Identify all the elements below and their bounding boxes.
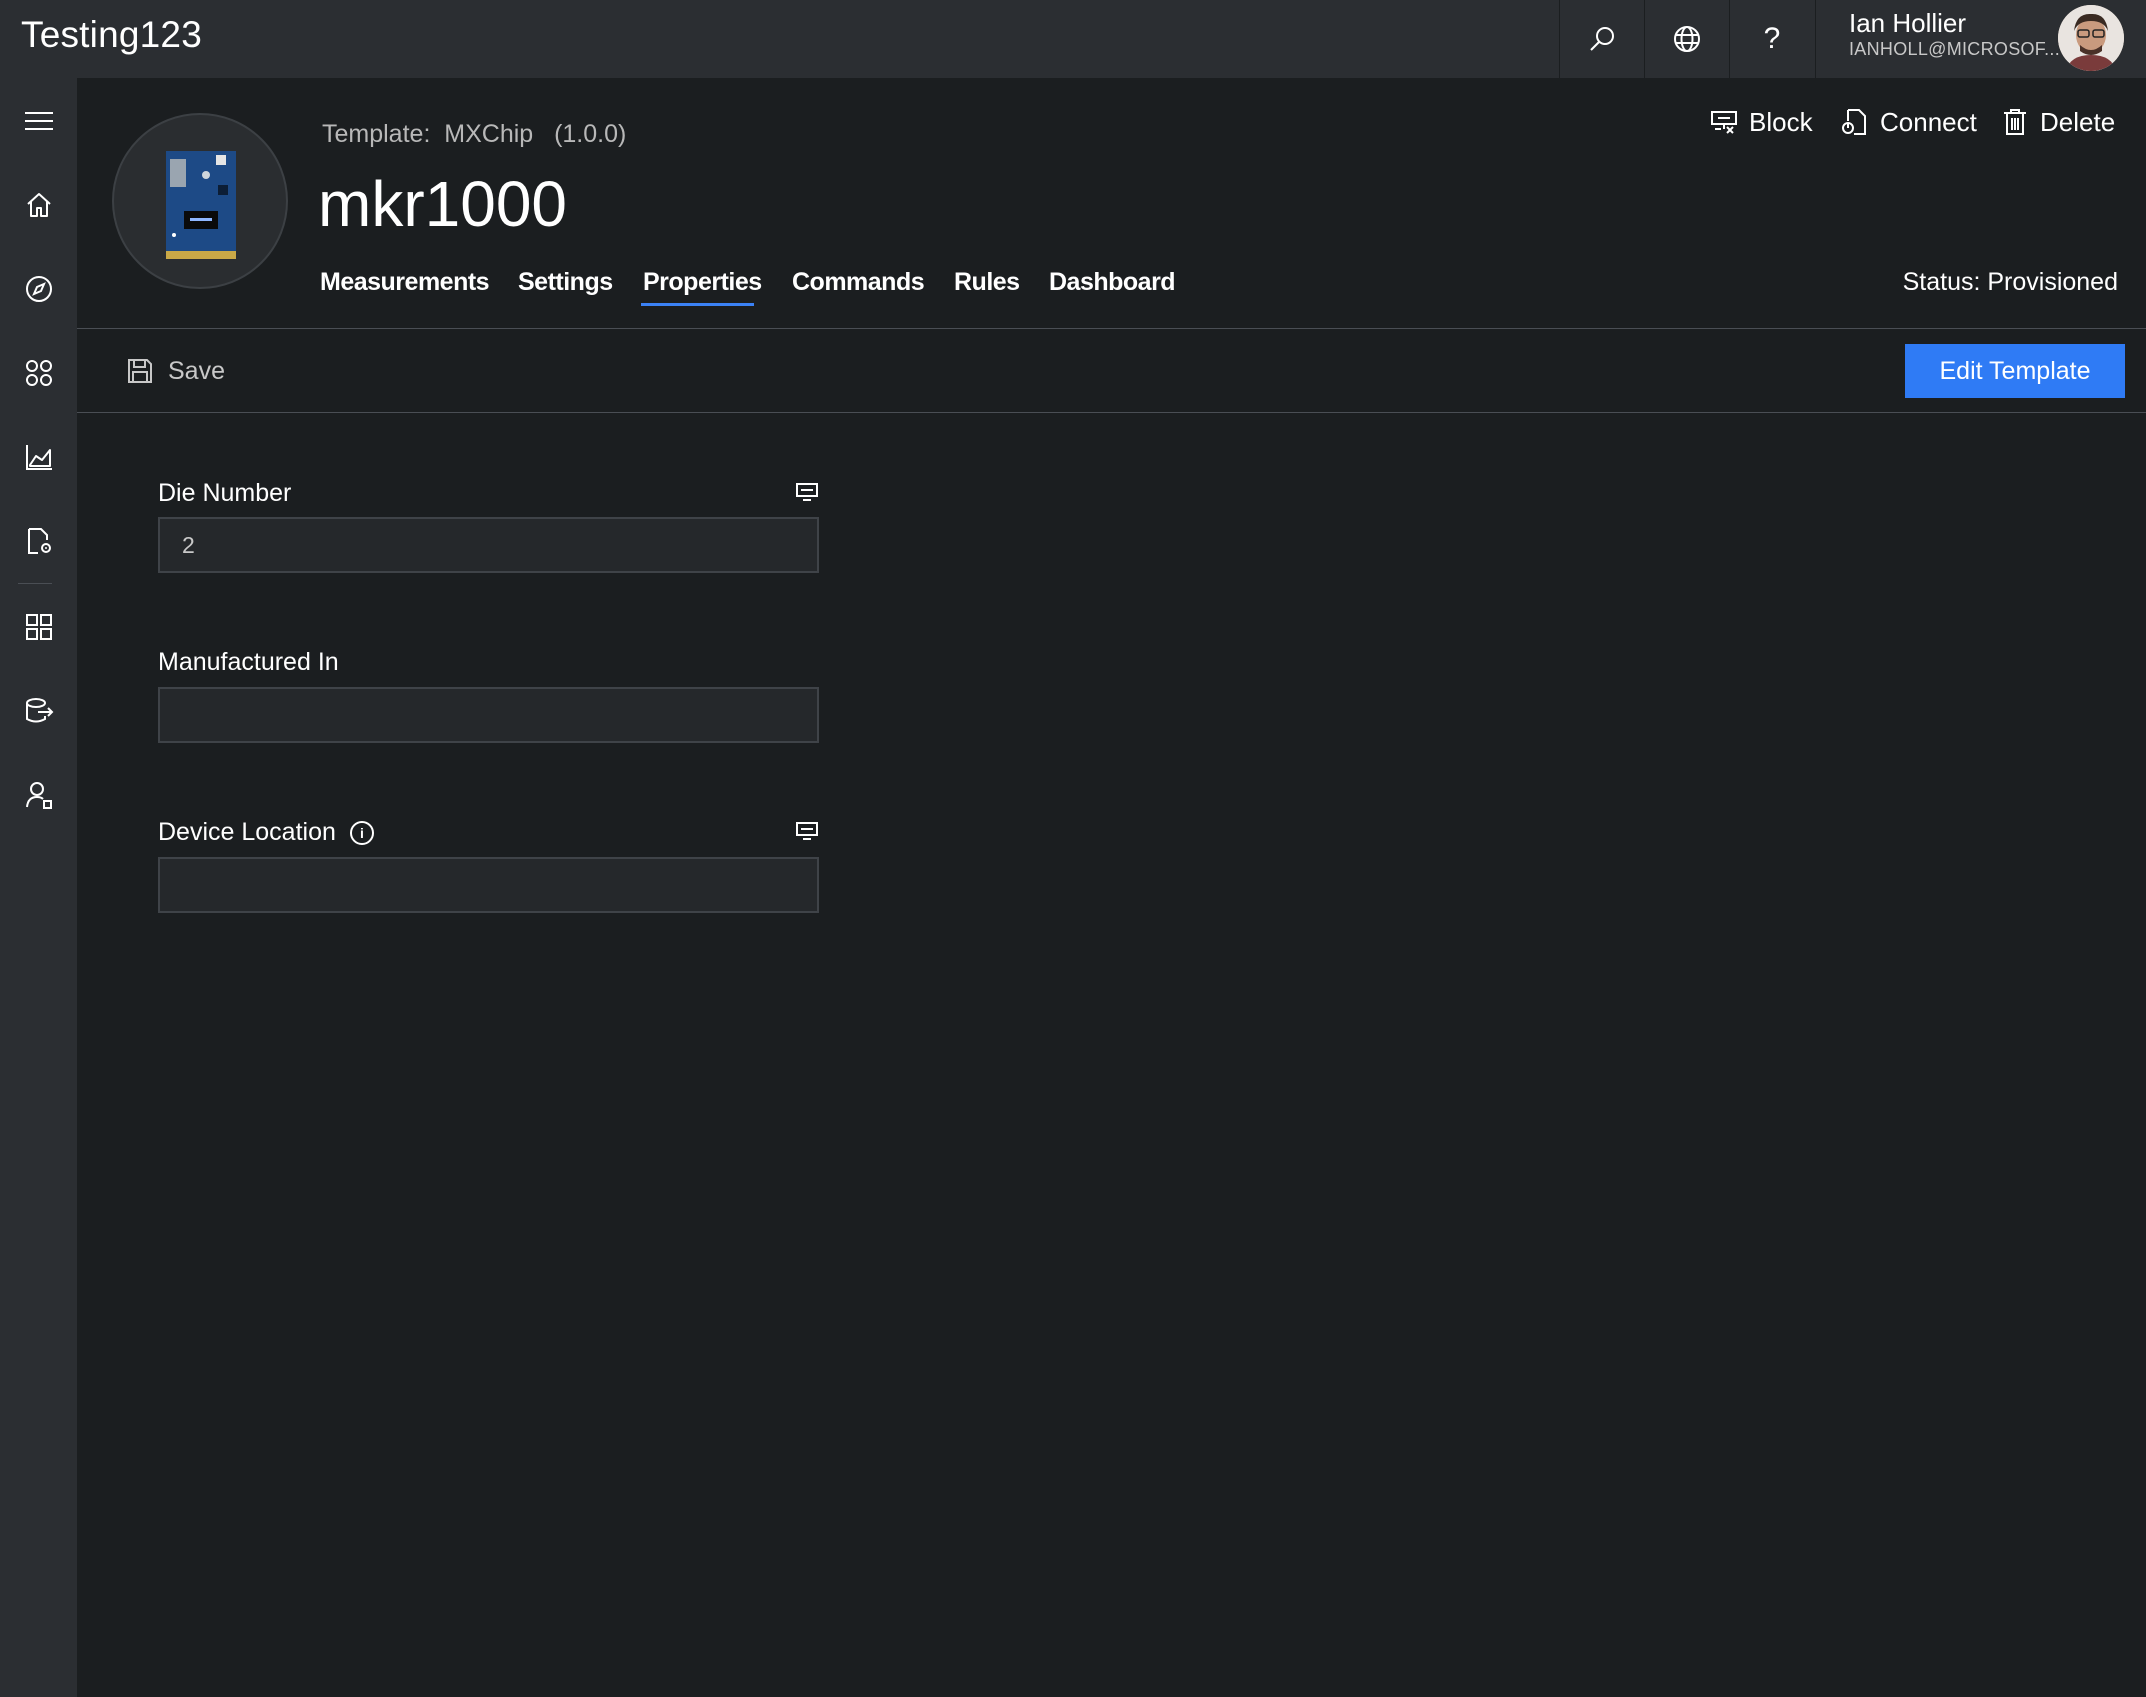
globe-icon (1674, 26, 1700, 52)
menu-button[interactable] (0, 86, 77, 156)
connect-button[interactable]: Connect (1840, 104, 1977, 140)
block-button[interactable]: Block (1709, 104, 1813, 140)
manufactured-in-input[interactable] (158, 687, 819, 743)
menu-icon (24, 112, 53, 130)
trash-icon (2004, 109, 2026, 135)
rail-separator (18, 583, 52, 584)
left-navigation (0, 78, 77, 1697)
nav-home[interactable] (0, 170, 77, 240)
template-name[interactable]: MXChip (444, 120, 533, 148)
export-icon (25, 698, 53, 723)
nav-administration[interactable] (0, 760, 77, 830)
delete-label: Delete (2040, 106, 2116, 137)
tab-commands[interactable]: Commands (792, 268, 925, 297)
info-icon[interactable]: i (349, 820, 374, 845)
device-sets-icon (25, 360, 52, 386)
nav-analytics[interactable] (0, 422, 77, 492)
header-divider (77, 328, 2146, 329)
device-image (112, 113, 288, 289)
device-location-label-text: Device Location (158, 818, 336, 846)
help-icon: ? (1763, 22, 1781, 55)
avatar[interactable] (2058, 5, 2124, 71)
nav-jobs[interactable] (0, 506, 77, 576)
help-button[interactable]: ? (1729, 0, 1814, 78)
connect-icon (1842, 109, 1866, 135)
explorer-icon (25, 276, 52, 302)
die-number-input[interactable] (158, 517, 819, 573)
block-label: Block (1749, 106, 1813, 137)
save-icon (128, 359, 152, 383)
delete-button[interactable]: Delete (2000, 104, 2115, 140)
template-version: (1.0.0) (554, 120, 627, 148)
tab-rules[interactable]: Rules (954, 268, 1020, 297)
manufactured-in-label-text: Manufactured In (158, 648, 339, 676)
device-property-icon (796, 483, 818, 501)
toolbar-divider (77, 412, 2146, 413)
user-email: IANHOLL@MICROSOF... (1849, 39, 2061, 59)
device-location-label: Device Location i (158, 818, 374, 847)
nav-device-sets[interactable] (0, 338, 77, 408)
die-number-label-text: Die Number (158, 479, 292, 507)
manufactured-in-label: Manufactured In (158, 648, 339, 677)
user-menu[interactable]: Ian Hollier IANHOLL@MICROSOF... (1815, 0, 2146, 78)
device-location-input[interactable] (158, 857, 819, 913)
analytics-icon (25, 445, 52, 470)
language-button[interactable] (1644, 0, 1729, 78)
administration-icon (25, 782, 52, 809)
user-name: Ian Hollier (1849, 8, 1967, 38)
search-button[interactable] (1559, 0, 1644, 78)
edit-template-button[interactable]: Edit Template (1905, 344, 2125, 398)
connect-label: Connect (1880, 106, 1977, 137)
tab-settings[interactable]: Settings (518, 268, 613, 297)
search-icon (1590, 27, 1614, 51)
device-name: mkr1000 (318, 168, 567, 240)
save-label: Save (168, 356, 225, 385)
block-icon (1711, 111, 1737, 134)
device-property-icon (796, 822, 818, 840)
tab-measurements[interactable]: Measurements (320, 268, 490, 297)
save-button[interactable]: Save (126, 354, 225, 388)
template-prefix: Template: (322, 120, 431, 148)
top-bar: Testing123 ? Ian Hollier IANHOLL@MICROSO… (0, 0, 2146, 78)
app-title[interactable]: Testing123 (21, 14, 202, 56)
tab-dashboard[interactable]: Dashboard (1049, 268, 1176, 297)
home-icon (26, 193, 51, 217)
nav-device-templates[interactable] (0, 592, 77, 662)
nav-device-explorer[interactable] (0, 254, 77, 324)
tab-properties[interactable]: Properties (643, 268, 762, 297)
device-status: Status: Provisioned (1902, 268, 2118, 296)
template-info: Template: MXChip (1.0.0) (322, 120, 626, 149)
active-tab-indicator (641, 303, 754, 306)
nav-data-export[interactable] (0, 676, 77, 746)
die-number-label: Die Number (158, 479, 291, 508)
jobs-icon (27, 528, 51, 554)
device-templates-icon (25, 614, 52, 640)
